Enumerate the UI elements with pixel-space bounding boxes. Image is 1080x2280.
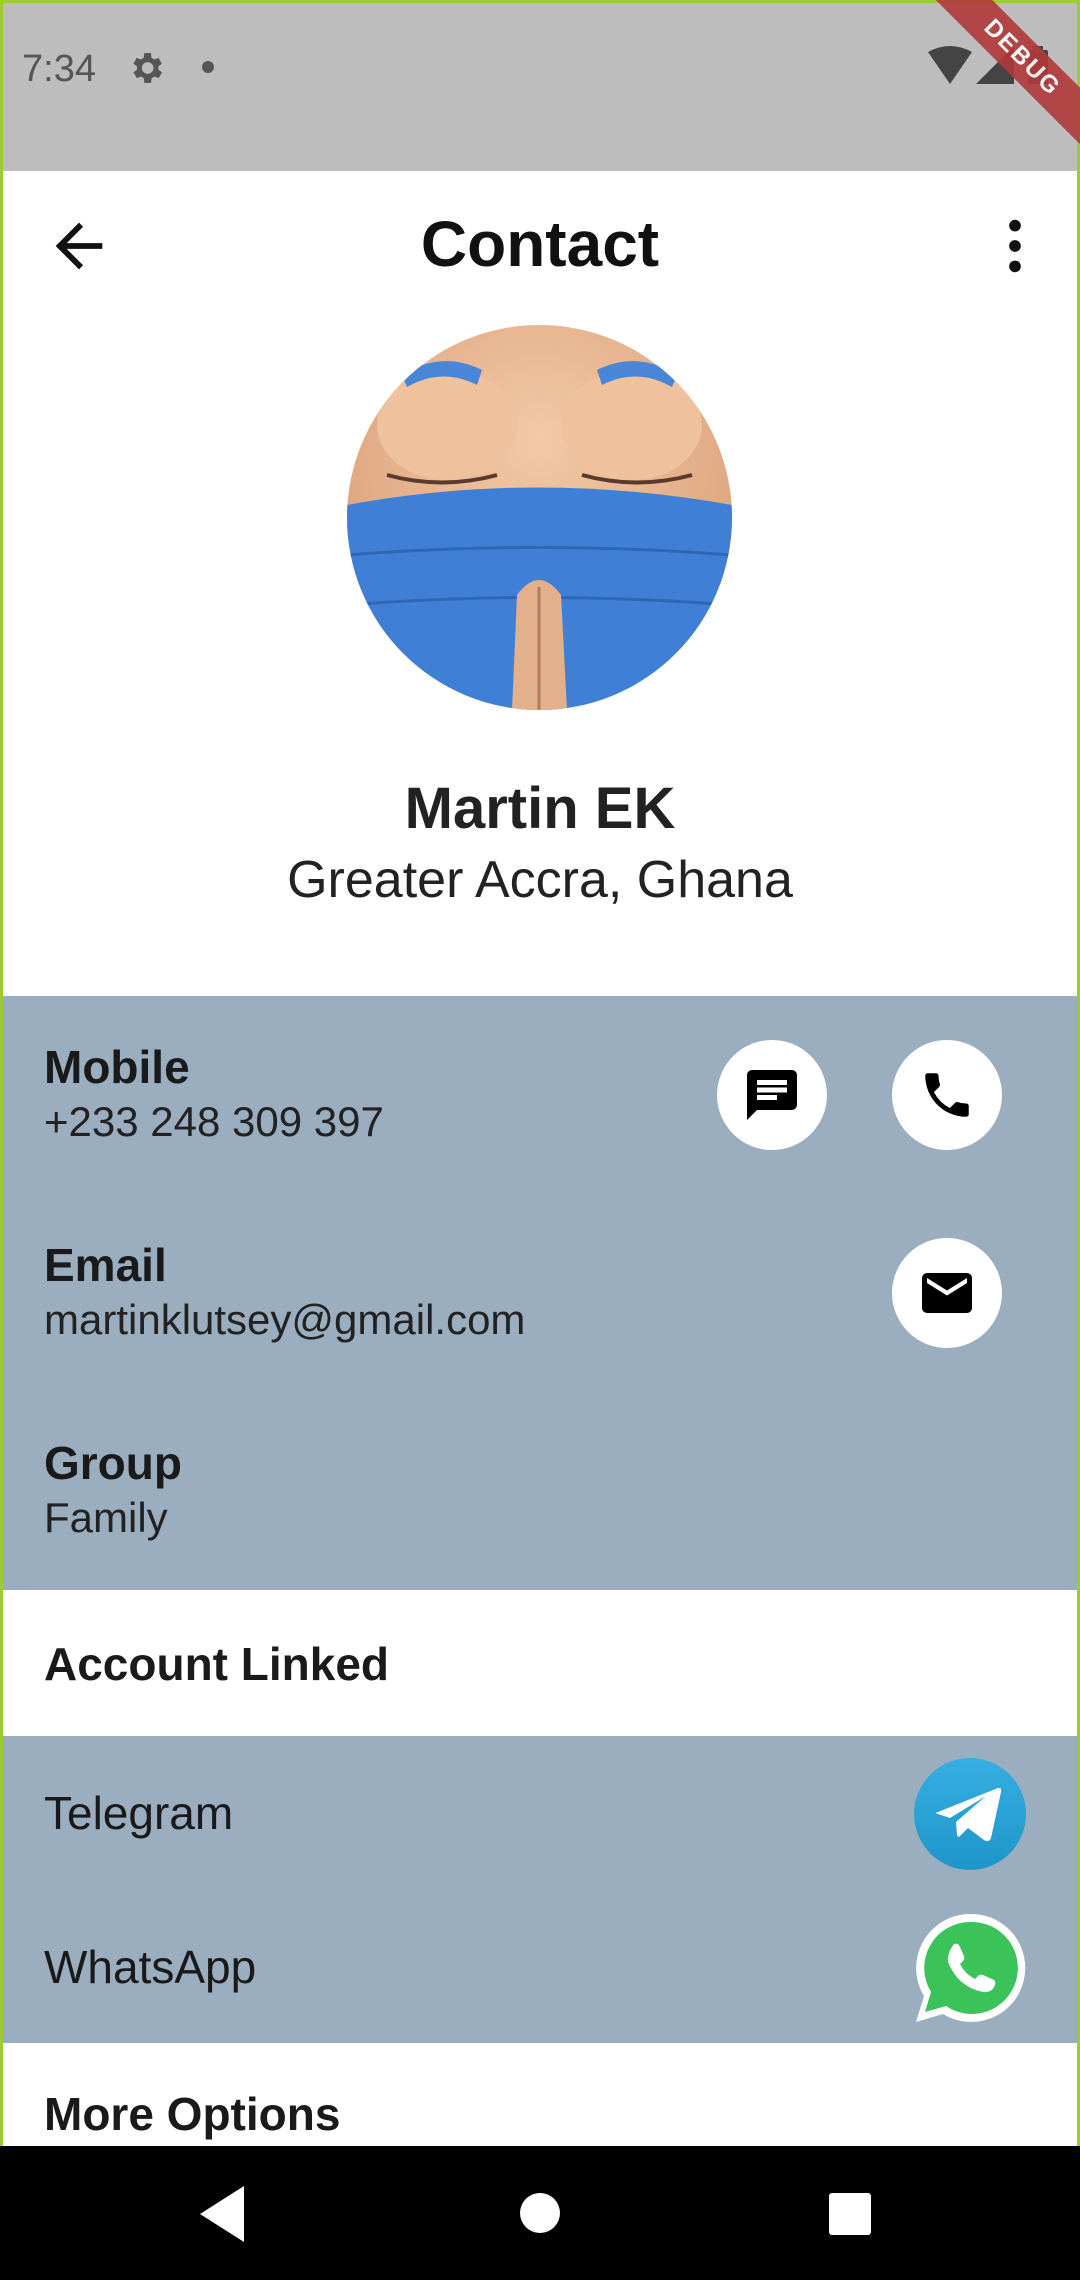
whatsapp-label: WhatsApp: [44, 1941, 257, 1993]
contact-location: Greater Accra, Ghana: [287, 851, 793, 909]
status-time: 7:34: [22, 48, 96, 90]
telegram-icon[interactable]: [914, 1758, 1026, 1870]
phone-icon: [925, 1073, 969, 1117]
telegram-label: Telegram: [44, 1787, 234, 1839]
nav-home-icon[interactable]: [520, 2193, 560, 2233]
email-label: Email: [44, 1239, 167, 1291]
email-button[interactable]: [892, 1238, 1002, 1348]
settings-gear-icon: [133, 53, 162, 83]
whatsapp-icon[interactable]: [914, 1912, 1026, 2024]
notification-dot-icon: [202, 61, 214, 73]
avatar: [347, 325, 732, 710]
account-linked-title: Account Linked: [44, 1638, 390, 1690]
system-nav-bar: [0, 2146, 1080, 2280]
status-bar: 7:34: [0, 0, 1080, 171]
linked-accounts-panel: Telegram WhatsApp: [0, 1736, 1080, 2043]
page-title: Contact: [420, 208, 660, 280]
email-value: martinklutsey@gmail.com: [44, 1296, 526, 1343]
group-value: Family: [44, 1494, 168, 1541]
group-label: Group: [44, 1437, 182, 1489]
more-options-title[interactable]: More Options: [44, 2087, 340, 2141]
call-button[interactable]: [892, 1040, 1002, 1150]
more-vert-icon[interactable]: [980, 211, 1050, 281]
details-panel: Mobile +233 248 309 397 Email martinklut…: [0, 996, 1080, 1590]
nav-recents-icon[interactable]: [829, 2193, 871, 2235]
mail-icon: [922, 1273, 972, 1313]
app-bar: Contact: [0, 171, 1080, 326]
mobile-label: Mobile: [44, 1041, 190, 1093]
message-icon: [747, 1070, 797, 1120]
nav-back-icon[interactable]: [200, 2186, 250, 2242]
message-button[interactable]: [717, 1040, 827, 1150]
mobile-value: +233 248 309 397: [44, 1098, 384, 1145]
contact-name: Martin EK: [404, 776, 676, 841]
